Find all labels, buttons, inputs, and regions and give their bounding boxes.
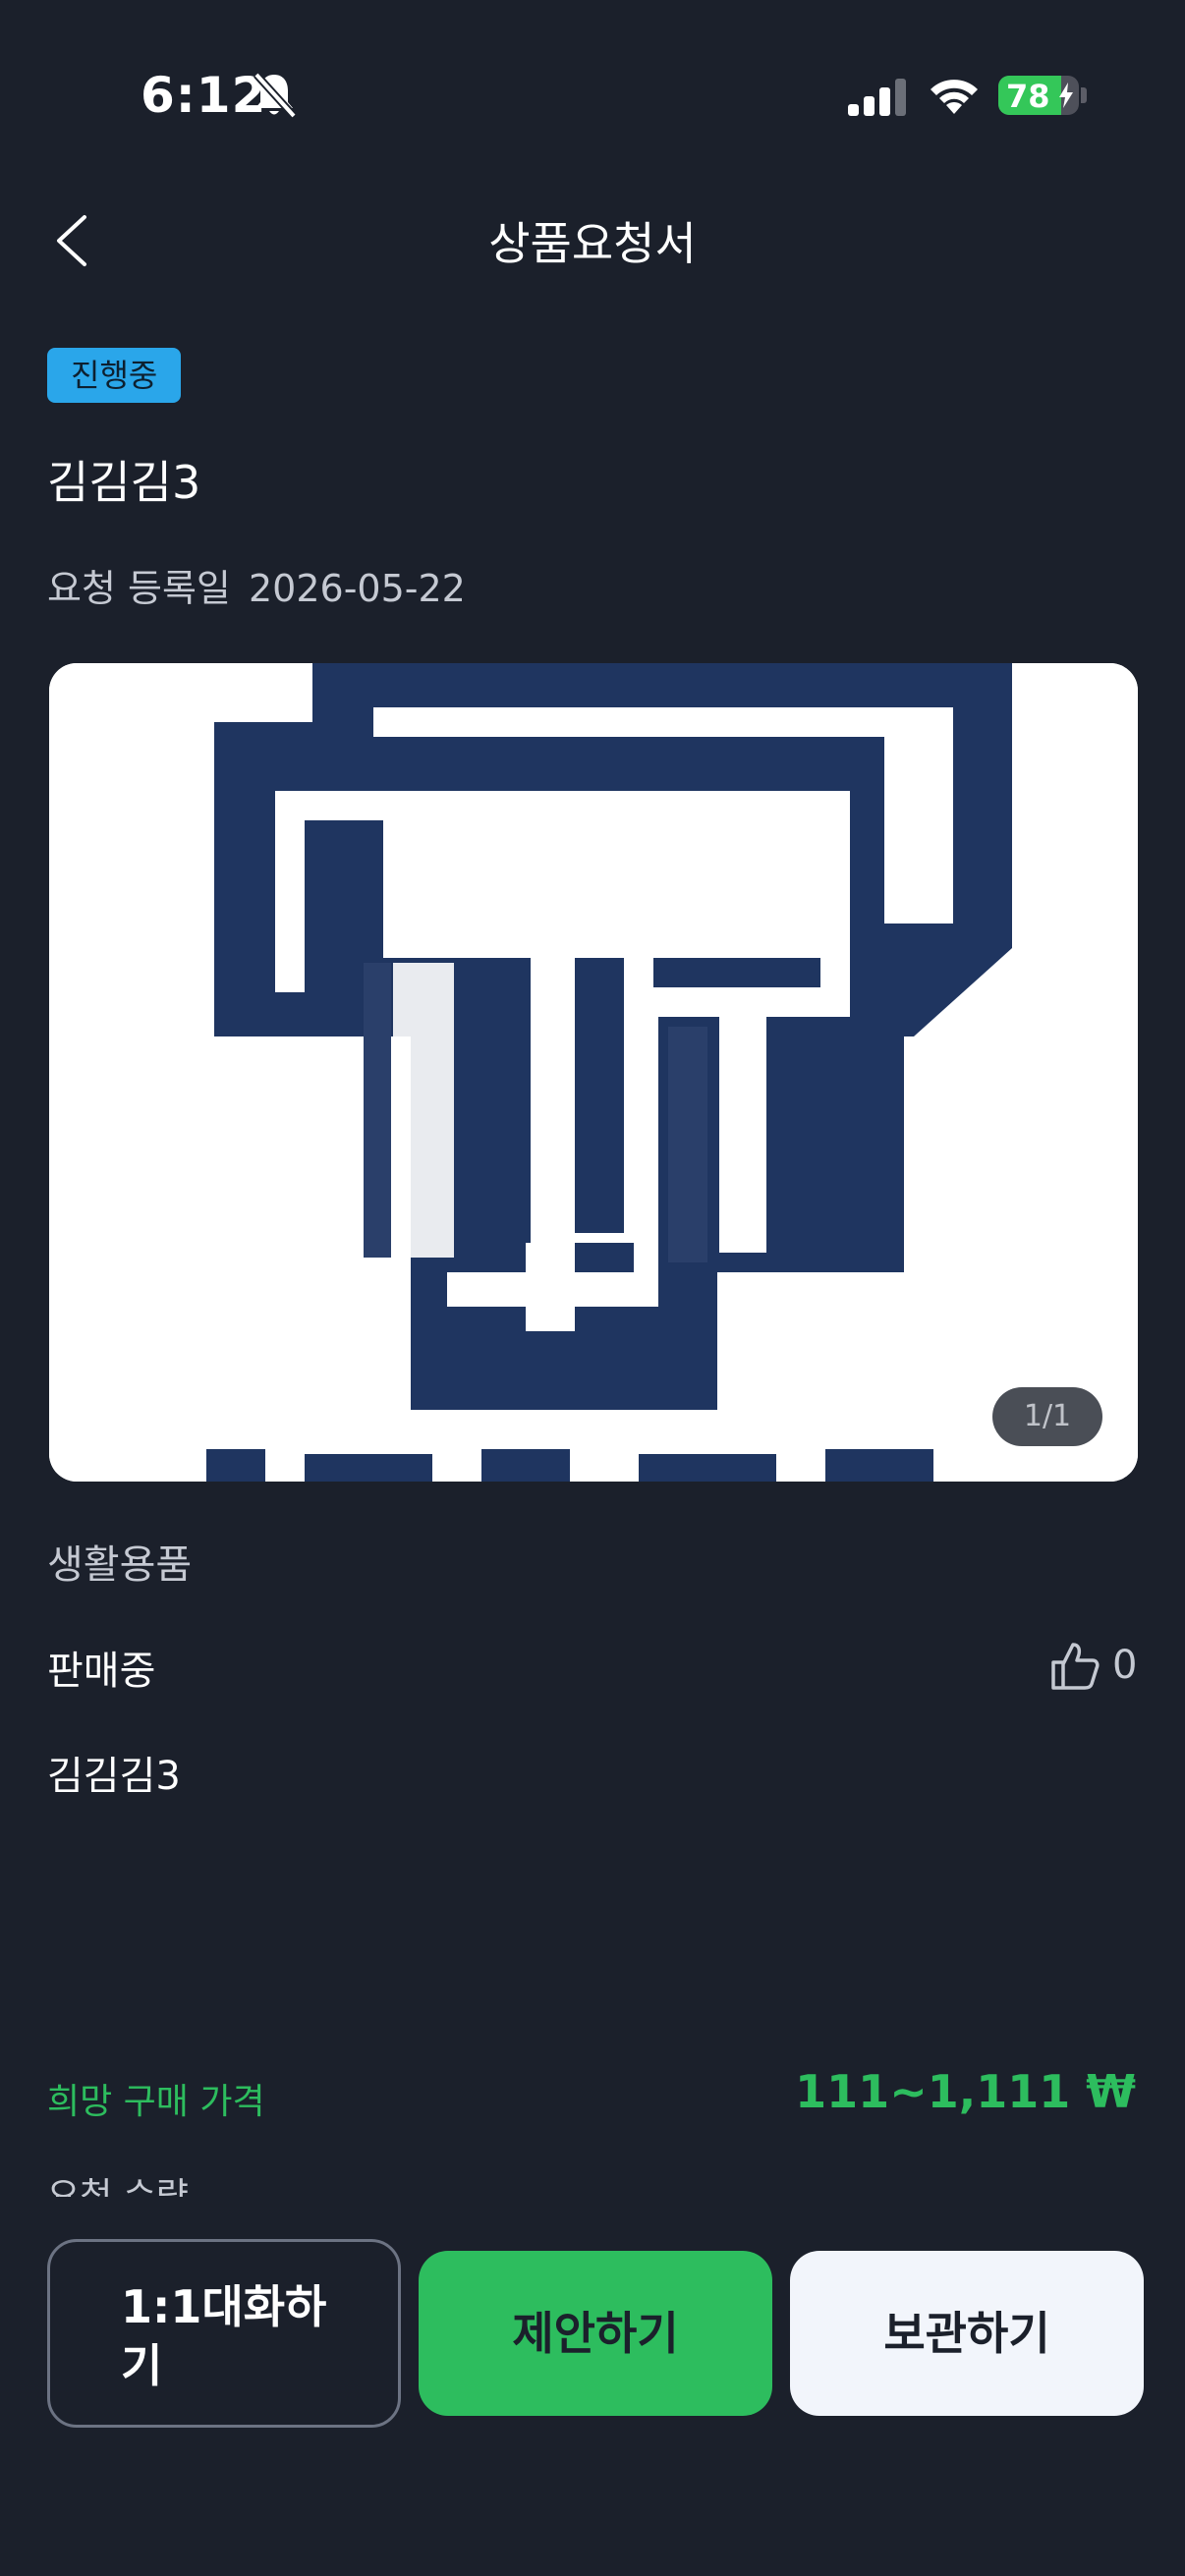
category-label: 생활용품 bbox=[47, 1542, 193, 1588]
wifi-icon bbox=[931, 80, 978, 114]
like-count: 0 bbox=[1112, 1643, 1138, 1688]
thumbs-up-icon[interactable] bbox=[1049, 1641, 1100, 1692]
status-badge: 진행중 bbox=[47, 348, 182, 403]
chat-button[interactable]: 1:1대화하기 bbox=[47, 2239, 401, 2428]
offer-button[interactable]: 제안하기 bbox=[419, 2251, 772, 2416]
sale-status: 판매중 bbox=[47, 1649, 156, 1694]
save-button[interactable]: 보관하기 bbox=[790, 2251, 1144, 2416]
request-title: 김김김3 bbox=[47, 456, 201, 509]
battery-icon: 78 bbox=[998, 76, 1079, 115]
desired-price-label: 희망 구매 가격 bbox=[47, 2082, 265, 2122]
description: 김김김3 bbox=[47, 1754, 181, 1799]
registered-date: 2026-05-22 bbox=[248, 567, 466, 610]
signal-icon bbox=[848, 79, 906, 116]
battery-cap bbox=[1081, 87, 1087, 103]
registered-date-row: 요청 등록일 2026-05-22 bbox=[47, 558, 472, 612]
page-title: 상품요청서 bbox=[488, 217, 697, 270]
registered-label: 요청 등록일 bbox=[47, 567, 231, 610]
logo-image bbox=[49, 663, 1138, 1482]
image-page-counter: 1/1 bbox=[992, 1387, 1102, 1446]
desired-price-value: 111~1,111 ₩ bbox=[795, 2065, 1136, 2118]
chat-button-label: 1:1대화하기 bbox=[121, 2280, 327, 2392]
quantity-label: 요청 수량 bbox=[47, 2176, 189, 2197]
product-image[interactable]: 1/1 bbox=[49, 663, 1138, 1482]
status-time: 6:12 bbox=[141, 67, 267, 124]
battery-percent: 78 bbox=[1006, 78, 1050, 115]
bell-slash-icon bbox=[254, 72, 297, 119]
